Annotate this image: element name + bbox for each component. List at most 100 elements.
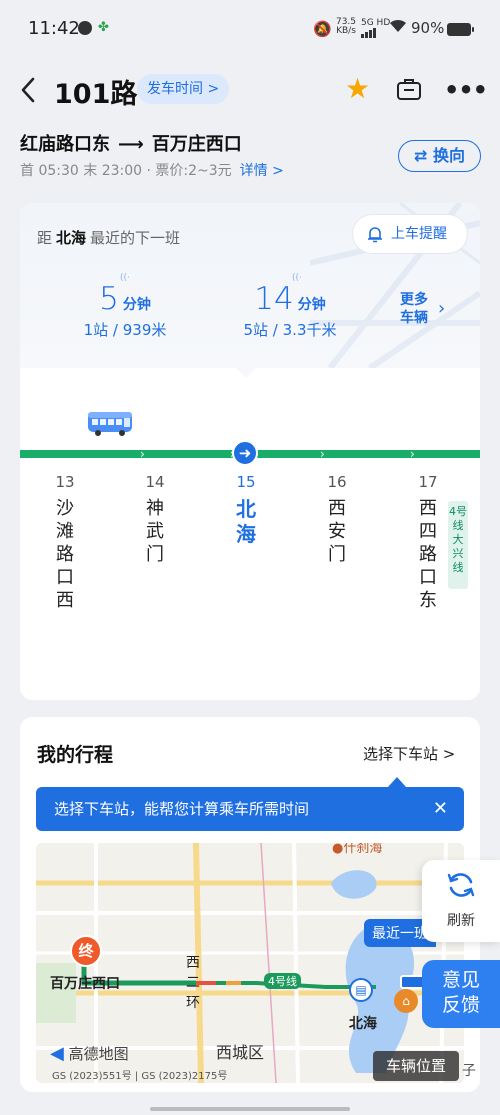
back-icon[interactable]: [18, 76, 38, 104]
transfer-line-badge: 4号线大兴线: [448, 501, 468, 589]
route-info-text: 首 05:30 末 23:00 · 票价:2~3元: [20, 163, 232, 179]
net-speed: 73.5 KB/s: [333, 18, 359, 36]
chevron-right-icon: ›: [438, 298, 446, 319]
bell-icon: [368, 227, 382, 243]
stop-name: 北海: [236, 497, 256, 546]
amap-brand-text: 高德地图: [68, 1045, 129, 1063]
more-line2: 车辆: [400, 310, 428, 326]
feedback-line1: 意见: [441, 969, 480, 991]
map-current-stop-icon[interactable]: ▤: [349, 978, 373, 1002]
stop-name: 神武门: [146, 498, 164, 565]
nearest-prefix: 距: [37, 229, 53, 247]
favorite-star-icon[interactable]: ★: [345, 74, 370, 104]
end-stop-marker-icon[interactable]: 终: [70, 935, 102, 967]
refresh-icon: [447, 873, 475, 897]
bus-card: 距北海 最近的下一班 上车提醒 ((· 5 分钟 1站 / 939米 ((· 14 分…: [20, 203, 480, 700]
eta-first-unit: 分钟: [122, 297, 151, 313]
vehicle-position-button[interactable]: 车辆位置: [373, 1051, 459, 1081]
schedule-label: 发车时间: [147, 81, 203, 97]
trip-card: 我的行程 选择下车站 > 选择下车站，能帮您计算乘车所需时间 ✕ 终 百万庄西口…: [20, 717, 480, 1092]
signal-icon: 5G HD: [361, 18, 390, 38]
eta-pointer: [234, 366, 258, 378]
stop-item[interactable]: 13 沙滩路口西: [50, 473, 80, 612]
stop-item-current[interactable]: 15 北海: [231, 473, 261, 547]
feedback-line2: 反馈: [441, 994, 480, 1016]
eta-first-detail: 1站 / 939米: [83, 321, 167, 339]
map-poi-icon[interactable]: ⌂: [394, 989, 418, 1013]
battery-percent: 90%: [411, 19, 445, 37]
refresh-button[interactable]: 刷新: [422, 860, 500, 942]
stop-item[interactable]: 17 西四路口东: [413, 473, 443, 612]
amap-logo-icon: ◀: [50, 1043, 64, 1064]
map-license: GS (2023)551号 | GS (2023)2175号: [52, 1071, 228, 1082]
stop-number: 14: [145, 473, 165, 491]
chat-notification-icon: [78, 21, 92, 35]
route-from: 红庙路口东: [20, 134, 110, 155]
stop-number: 17: [418, 473, 438, 491]
swap-direction-button[interactable]: ⇄ 换向: [398, 140, 481, 172]
stop-number: 15: [236, 473, 256, 491]
more-line1: 更多: [400, 292, 428, 308]
remind-label: 上车提醒: [391, 226, 447, 242]
choose-stop-button[interactable]: 选择下车站 >: [363, 743, 455, 764]
more-icon[interactable]: •••: [444, 76, 488, 104]
stop-item[interactable]: 14 神武门: [140, 473, 170, 566]
stop-name: 西四路口东: [419, 498, 437, 611]
more-vehicles-button[interactable]: 更多 车辆 ›: [400, 291, 445, 327]
choose-stop-label: 选择下车站: [363, 745, 439, 763]
detail-label: 详情: [239, 163, 268, 179]
direction-chevron-icon: ›: [320, 447, 325, 461]
signal-bars-icon: [361, 28, 376, 38]
home-indicator[interactable]: [150, 1107, 350, 1111]
app-notification-icon: ✤: [98, 20, 109, 35]
eta-first-minutes: 5: [99, 281, 119, 317]
net-speed-unit: KB/s: [336, 26, 356, 36]
boarding-reminder-button[interactable]: 上车提醒: [353, 215, 467, 253]
chevron-right-icon: >: [272, 163, 284, 179]
stop-number: 16: [327, 473, 347, 491]
detail-link[interactable]: 详情 >: [240, 163, 284, 179]
stop-item[interactable]: 16 西安门: [322, 473, 352, 566]
bag-icon[interactable]: [396, 77, 422, 101]
route-info: 首 05:30 末 23:00 · 票价:2~3元 详情 >: [20, 160, 284, 180]
map-shichahai-label: ●什刹海: [332, 843, 382, 856]
signal-label: 5G HD: [361, 18, 391, 28]
eta-second-detail: 5站 / 3.3千米: [243, 321, 337, 339]
close-icon[interactable]: ✕: [433, 787, 448, 831]
tip-text: 选择下车站，能帮您计算乘车所需时间: [54, 800, 310, 818]
eta-first: ((· 5 分钟 1站 / 939米: [70, 273, 180, 340]
schedule-button[interactable]: 发车时间 >: [137, 74, 230, 104]
route-to: 百万庄西口: [151, 134, 242, 155]
map-beihai-label: 北海: [349, 1016, 377, 1032]
map-edge-label: 子: [462, 1063, 476, 1079]
mute-icon: 🔕: [313, 20, 332, 38]
route-direction: 红庙路口东 ⟶ 百万庄西口: [20, 130, 242, 156]
map-end-stop-label: 百万庄西口: [50, 976, 120, 992]
current-stop-arrow-icon: ➜: [232, 440, 258, 466]
bus-icon[interactable]: [86, 409, 134, 437]
stop-number: 13: [55, 473, 75, 491]
tip-pointer: [388, 777, 406, 787]
map-xicheng-label: 西城区: [216, 1043, 265, 1062]
direction-chevron-icon: ›: [410, 447, 415, 461]
status-time: 11:42: [28, 18, 80, 39]
route-map[interactable]: 终 百万庄西口 西二环 4号线 最近一班 ▤ 北海 ⌂ 西城区 ●什刹海 ◀ 高…: [36, 843, 464, 1083]
map-pin-icon: ●: [332, 843, 344, 856]
live-signal-icon: ((·: [120, 273, 130, 283]
direction-chevron-icon: ›: [140, 447, 145, 461]
feedback-button[interactable]: 意见 反馈: [422, 960, 500, 1028]
status-bar: 11:42 ✤ 🔕 73.5 KB/s 5G HD 90%: [0, 0, 500, 58]
nearest-label: 距北海 最近的下一班: [37, 227, 180, 248]
trip-title: 我的行程: [37, 744, 114, 766]
stop-name: 西安门: [328, 498, 346, 565]
eta-second-minutes: 14: [254, 281, 294, 317]
battery-icon: [447, 23, 474, 36]
map-shichahai-text: 什刹海: [343, 843, 383, 856]
amap-logo: ◀ 高德地图: [50, 1043, 129, 1064]
chevron-right-icon: >: [442, 745, 456, 763]
map-label-xierhuan: 西二环: [186, 955, 200, 1011]
eta-panel: 距北海 最近的下一班 上车提醒 ((· 5 分钟 1站 / 939米 ((· 14 分…: [20, 203, 480, 368]
wifi-icon: [389, 19, 407, 37]
stop-name: 沙滩路口西: [56, 498, 74, 611]
eta-second: ((· 14 分钟 5站 / 3.3千米: [225, 273, 355, 340]
